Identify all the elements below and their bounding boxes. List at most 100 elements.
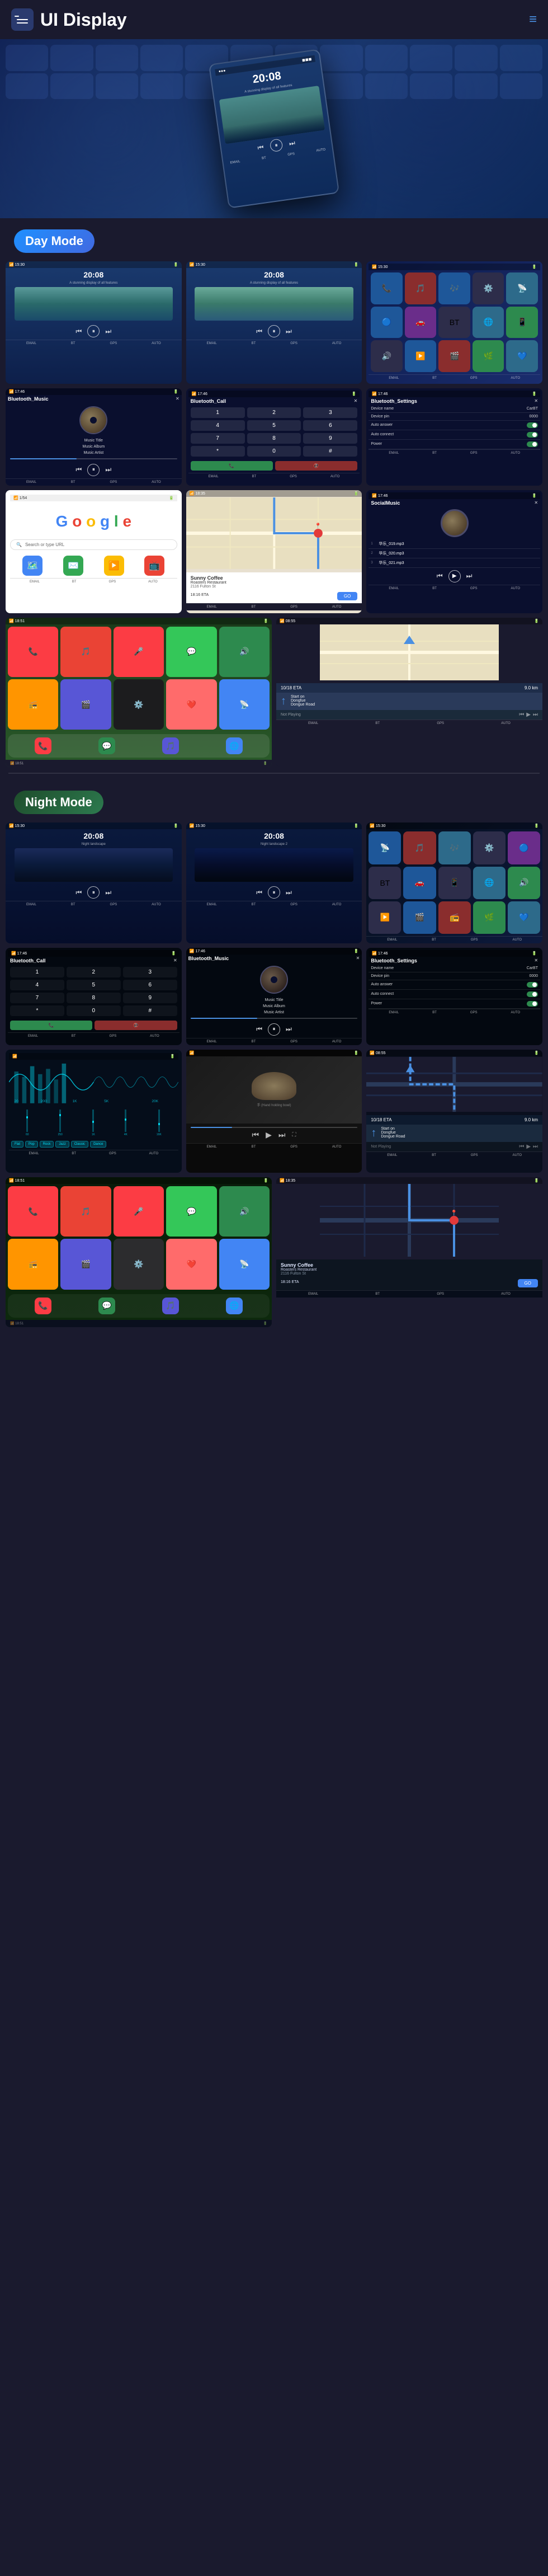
night-settings-auto-connect[interactable]: Auto connect <box>369 990 540 999</box>
prev-d2[interactable]: ⏮ <box>256 327 262 336</box>
nav-auto-nag[interactable]: AUTO <box>512 938 522 942</box>
night-app-6[interactable]: BT <box>369 867 401 899</box>
night-np-prev[interactable]: ⏮ <box>519 1144 524 1150</box>
nav-email-nag[interactable]: EMAIL <box>387 938 397 942</box>
device-next-btn[interactable]: ⏭ <box>289 139 296 148</box>
night-call-key-8[interactable]: 8 <box>67 993 121 1003</box>
night-call-end[interactable]: 📵 <box>95 1021 177 1030</box>
nav-gps-bts[interactable]: GPS <box>470 452 478 455</box>
phone-icon-6[interactable]: 📻 <box>8 679 58 730</box>
nav-email-bts[interactable]: EMAIL <box>389 452 399 455</box>
nav-gps-nmap[interactable]: GPS <box>437 1292 444 1296</box>
nav-bt-nmed[interactable]: BT <box>252 1145 256 1149</box>
night-call-key-4[interactable]: 4 <box>10 980 64 990</box>
nav-icon[interactable]: ≡ <box>529 12 537 27</box>
nav-gps-d1[interactable]: GPS <box>110 342 117 345</box>
app-icon-8[interactable]: BT <box>438 307 470 339</box>
app-icon-7[interactable]: 🚗 <box>405 307 437 339</box>
night-call-key-1[interactable]: 1 <box>10 967 64 977</box>
nav-auto-nbtc[interactable]: AUTO <box>150 1035 159 1038</box>
nav-gps-nm2[interactable]: GPS <box>290 903 297 906</box>
lm-play[interactable]: ▶ <box>448 570 461 582</box>
play-d1[interactable]: ⏸ <box>87 325 100 337</box>
nav-gps-dag[interactable]: GPS <box>470 377 478 380</box>
phone-icon-9[interactable]: ❤️ <box>166 679 216 730</box>
call-key-5[interactable]: 5 <box>247 420 301 431</box>
app-icon-14[interactable]: 🌿 <box>473 340 504 372</box>
nav-email-lm[interactable]: EMAIL <box>389 587 399 590</box>
app-icon-13[interactable]: 🎬 <box>438 340 470 372</box>
night-dock-safari[interactable]: 🌐 <box>226 1298 243 1314</box>
night-settings-auto-answer[interactable]: Auto answer <box>369 980 540 990</box>
nav-bt-map[interactable]: BT <box>252 605 256 609</box>
settings-auto-connect[interactable]: Auto connect <box>369 430 540 440</box>
lm-next[interactable]: ⏭ <box>466 572 473 580</box>
call-key-2[interactable]: 2 <box>247 407 301 418</box>
bt-call-close[interactable]: ✕ <box>354 398 358 403</box>
call-key-1[interactable]: 1 <box>191 407 245 418</box>
nav-auto-btc[interactable]: AUTO <box>330 475 340 478</box>
nm1-next[interactable]: ⏭ <box>105 889 111 897</box>
media-fullscreen-btn[interactable]: ⛶ <box>292 1132 296 1138</box>
app-icon-5[interactable]: 📡 <box>506 272 538 304</box>
phone-icon-8[interactable]: ⚙️ <box>114 679 164 730</box>
nav-email-dag[interactable]: EMAIL <box>389 377 399 380</box>
nav-bt-lm[interactable]: BT <box>432 587 437 590</box>
call-answer-btn[interactable]: 📞 <box>191 461 273 471</box>
night-call-key-hash[interactable]: # <box>123 1005 177 1016</box>
night-phone-icon-10[interactable]: 📡 <box>219 1239 270 1289</box>
np-play[interactable]: ▶ <box>526 712 531 718</box>
night-app-9[interactable]: 🌐 <box>473 867 506 899</box>
call-key-0[interactable]: 0 <box>247 446 301 457</box>
nav-email-nbtm[interactable]: EMAIL <box>207 1040 217 1043</box>
night-app-2[interactable]: 🎵 <box>403 831 436 864</box>
google-search-bar[interactable]: 🔍 Search or type URL <box>10 539 177 550</box>
phone-icon-7[interactable]: 🎬 <box>60 679 111 730</box>
nav-auto-nmap[interactable]: AUTO <box>501 1292 511 1296</box>
device-prev-btn[interactable]: ⏮ <box>257 143 264 152</box>
night-app-13[interactable]: 📻 <box>438 901 471 934</box>
nav-email-nmap[interactable]: EMAIL <box>308 1292 318 1296</box>
app-icon-10[interactable]: 📱 <box>506 307 538 339</box>
eq-preset-classic[interactable]: Classic <box>71 1141 88 1148</box>
eq-preset-flat[interactable]: Flat <box>11 1141 23 1148</box>
nbt-play[interactable]: ⏸ <box>268 1023 280 1036</box>
nav-bt-nnav[interactable]: BT <box>432 1154 436 1157</box>
phone-icon-10[interactable]: 📡 <box>219 679 270 730</box>
nav-email-d1[interactable]: EMAIL <box>26 342 36 345</box>
nav-auto-lm[interactable]: AUTO <box>511 587 520 590</box>
nav-email-nbts[interactable]: EMAIL <box>389 1011 399 1014</box>
np-next[interactable]: ⏭ <box>533 712 538 718</box>
call-key-8[interactable]: 8 <box>247 433 301 444</box>
night-call-key-0[interactable]: 0 <box>67 1005 121 1016</box>
night-phone-icon-2[interactable]: 🎵 <box>60 1186 111 1237</box>
google-app-play[interactable]: ▶️ <box>104 556 124 576</box>
nav-email-map[interactable]: EMAIL <box>207 605 217 609</box>
nav-email-d2[interactable]: EMAIL <box>207 342 217 345</box>
night-np-play[interactable]: ▶ <box>526 1144 531 1150</box>
music-list-item-1[interactable]: 1 华乐_019.mp3 <box>369 539 540 549</box>
nav-auto-nnav[interactable]: AUTO <box>512 1154 522 1157</box>
nav-auto-g[interactable]: AUTO <box>148 580 158 584</box>
nav-go-btn[interactable]: GO <box>337 592 357 600</box>
nav-auto-nbtm[interactable]: AUTO <box>332 1040 342 1043</box>
np-prev[interactable]: ⏮ <box>519 712 524 718</box>
device-play-btn[interactable]: ⏸ <box>270 138 284 152</box>
settings-auto-answer[interactable]: Auto answer <box>369 421 540 430</box>
dock-music[interactable]: 🎵 <box>162 737 179 754</box>
media-next-btn[interactable]: ⏭ <box>278 1130 286 1140</box>
phone-icon-2[interactable]: 🎵 <box>60 627 111 677</box>
prev-d1[interactable]: ⏮ <box>76 327 82 336</box>
lm-prev[interactable]: ⏮ <box>437 572 443 580</box>
call-key-9[interactable]: 9 <box>303 433 357 444</box>
nav-bt-nmap[interactable]: BT <box>375 1292 380 1296</box>
app-icon-9[interactable]: 🌐 <box>473 307 504 339</box>
nav-email-ng[interactable]: EMAIL <box>308 722 318 725</box>
nav-email-btm[interactable]: EMAIL <box>26 481 36 484</box>
nav-auto-d1[interactable]: AUTO <box>152 342 161 345</box>
night-phone-icon-9[interactable]: ❤️ <box>166 1239 216 1289</box>
call-key-7[interactable]: 7 <box>191 433 245 444</box>
night-call-key-5[interactable]: 5 <box>67 980 121 990</box>
bt-settings-close[interactable]: ✕ <box>534 398 538 403</box>
nm1-play[interactable]: ⏸ <box>87 886 100 899</box>
